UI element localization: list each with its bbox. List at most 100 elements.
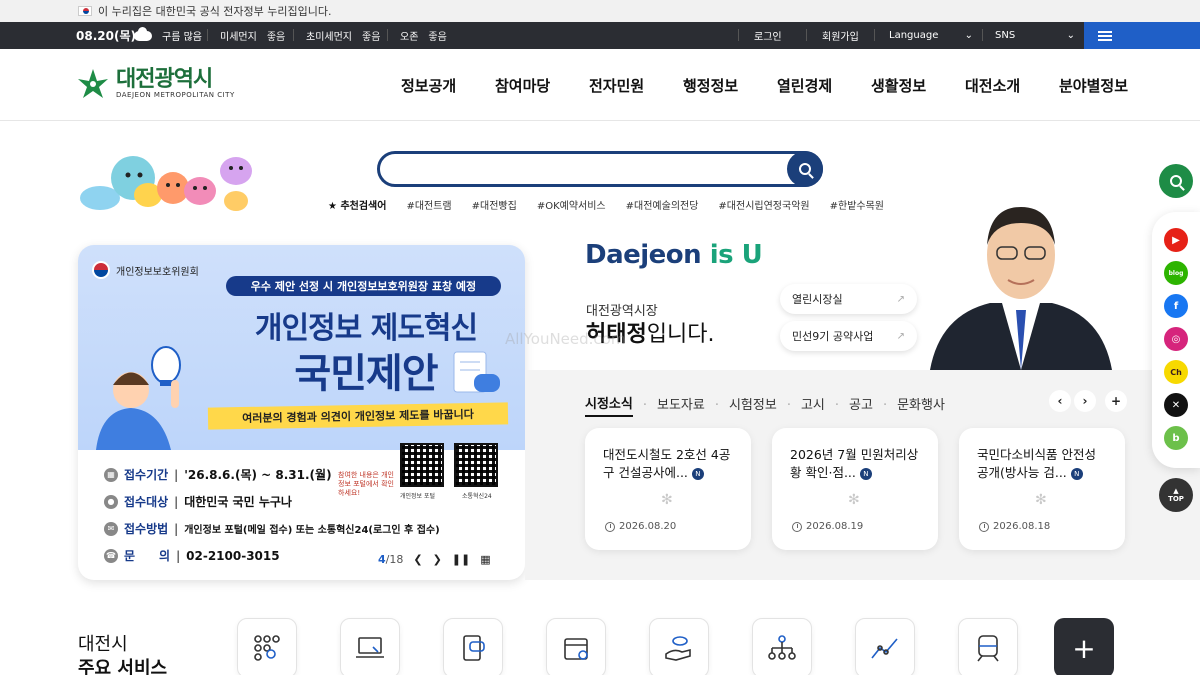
hand-coin-icon xyxy=(665,636,691,661)
news-card[interactable]: 2026년 7월 민원처리상황 확인·점... N ✻ 2026.08.19 xyxy=(772,428,938,550)
blog-icon[interactable]: blog xyxy=(1164,261,1188,285)
quick-search-button[interactable] xyxy=(1159,164,1193,198)
service-tile-4[interactable] xyxy=(546,618,606,675)
chevron-down-icon: ⌄ xyxy=(964,30,973,41)
mayor-photo-image xyxy=(930,207,1112,370)
grid-view-button[interactable]: ▦ xyxy=(480,553,490,566)
nav-admin-info[interactable]: 행정정보 xyxy=(683,75,738,96)
arrow-up-right-icon: ↗ xyxy=(896,330,905,342)
calendar-icon xyxy=(564,638,588,660)
nav-open-economy[interactable]: 열린경제 xyxy=(777,75,832,96)
pause-button[interactable]: ❚❚ xyxy=(452,553,470,566)
tab-exam[interactable]: 시험정보 xyxy=(729,394,777,416)
banner-pager: 4/18 ❮ ❯ ❚❚ ▦ xyxy=(378,553,491,566)
news-more-button[interactable]: + xyxy=(1105,390,1127,412)
x-twitter-icon[interactable]: ✕ xyxy=(1164,393,1188,417)
search-icon xyxy=(1170,175,1182,187)
join-link[interactable]: 회원가입 xyxy=(822,22,859,49)
service-tile-2[interactable] xyxy=(340,618,400,675)
banner-ribbon: 우수 제안 선정 시 개인정보보호위원장 표창 예정 xyxy=(226,276,501,296)
phone-icon: ☎ xyxy=(104,548,118,563)
nav-living-info[interactable]: 생활정보 xyxy=(871,75,926,96)
tab-city-news[interactable]: 시정소식 xyxy=(585,393,633,417)
keyword-link[interactable]: #OK예약서비스 xyxy=(537,197,606,212)
new-badge: N xyxy=(859,467,872,480)
document-chat-icon xyxy=(453,351,500,393)
banner-org: 개인정보보호위원회 xyxy=(92,261,199,279)
cloud-icon xyxy=(134,26,152,41)
grid-search-icon xyxy=(254,635,280,661)
clock-icon xyxy=(605,521,615,532)
korea-flag-icon xyxy=(78,6,92,16)
tab-press[interactable]: 보도자료 xyxy=(657,394,705,416)
main-search xyxy=(377,151,823,187)
nav-participation[interactable]: 참여마당 xyxy=(495,75,550,96)
band-icon[interactable]: b xyxy=(1164,426,1188,450)
arrow-up-right-icon: ↗ xyxy=(896,293,905,305)
kakao-channel-icon[interactable]: Ch xyxy=(1164,360,1188,384)
news-prev-button[interactable]: ‹ xyxy=(1049,390,1071,412)
keyword-link[interactable]: #대전빵집 xyxy=(472,197,517,212)
keyword-link[interactable]: #대전예술의전당 xyxy=(626,197,699,212)
nav-field-info[interactable]: 분야별정보 xyxy=(1059,75,1128,96)
pledge-projects-link[interactable]: 민선9기 공약사업 ↗ xyxy=(780,321,917,351)
recommended-keywords: ★ 추천검색어 #대전트램 #대전빵집 #OK예약서비스 #대전예술의전당 #대… xyxy=(328,197,884,212)
youtube-icon[interactable]: ▶ xyxy=(1164,228,1188,252)
government-emblem-icon xyxy=(92,261,110,279)
weather: 구름 많음 xyxy=(134,26,202,43)
keyword-link[interactable]: #한밭수목원 xyxy=(830,197,884,212)
keyword-link[interactable]: #대전트램 xyxy=(406,197,451,212)
tab-culture[interactable]: 문화행사 xyxy=(897,394,945,416)
nav-e-civil[interactable]: 전자민원 xyxy=(589,75,644,96)
today-date: 08.20(목) xyxy=(76,29,136,43)
mascot-characters-image xyxy=(80,156,252,211)
qr-code-sotong xyxy=(454,443,498,487)
instagram-icon[interactable]: ◎ xyxy=(1164,327,1188,351)
service-tile-5[interactable] xyxy=(649,618,709,675)
sns-select[interactable]: SNS ⌄ xyxy=(995,22,1075,49)
hamburger-icon xyxy=(1098,30,1112,41)
recommended-title: ★ 추천검색어 xyxy=(328,201,387,212)
service-tile-8[interactable] xyxy=(958,618,1018,675)
chevron-up-icon: ▲ xyxy=(1173,487,1179,495)
news-card[interactable]: 국민다소비식품 안전성 공개(방사능 검... N ✻ 2026.08.18 xyxy=(959,428,1125,550)
keyword-link[interactable]: #대전시립연정국악원 xyxy=(718,197,809,212)
nav-info-disclosure[interactable]: 정보공개 xyxy=(401,75,456,96)
facebook-icon[interactable]: f xyxy=(1164,294,1188,318)
scroll-top-button[interactable]: ▲ TOP xyxy=(1159,478,1193,512)
prev-slide-button[interactable]: ❮ xyxy=(413,553,422,566)
air-ozone: 오존 좋음 xyxy=(400,32,447,43)
service-tile-1[interactable] xyxy=(237,618,297,675)
flower-icon: ✻ xyxy=(848,492,860,508)
next-slide-button[interactable]: ❯ xyxy=(433,553,442,566)
login-link[interactable]: 로그인 xyxy=(754,22,782,49)
nav-about-daejeon[interactable]: 대전소개 xyxy=(965,75,1020,96)
search-button[interactable] xyxy=(787,151,823,187)
service-tile-7[interactable] xyxy=(855,618,915,675)
service-tile-3[interactable] xyxy=(443,618,503,675)
new-badge: N xyxy=(691,467,704,480)
qr-code-portal xyxy=(400,443,444,487)
news-tabs: 시정소식 · 보도자료 · 시험정보 · 고시 · 공고 · 문화행사 xyxy=(585,393,945,417)
gov-banner: 이 누리집은 대한민국 공식 전자정부 누리집입니다. xyxy=(0,0,1200,22)
open-mayor-office-link[interactable]: 열린시장실 ↗ xyxy=(780,284,917,314)
hand-note: 참여한 내용은 개인정보 포털에서 확인하세요! xyxy=(338,471,394,497)
main-banner-slide[interactable]: 개인정보보호위원회 우수 제안 선정 시 개인정보보호위원장 표창 예정 개인정… xyxy=(78,245,525,580)
more-services-button[interactable]: + xyxy=(1054,618,1114,675)
service-tile-6[interactable] xyxy=(752,618,812,675)
clock-icon xyxy=(792,521,802,532)
logo-text-ko: 대전광역시 xyxy=(116,67,213,92)
services-title: 대전시 주요 서비스 xyxy=(78,634,168,675)
tab-notice[interactable]: 고시 xyxy=(801,394,825,416)
tab-announcement[interactable]: 공고 xyxy=(849,394,873,416)
news-next-button[interactable]: › xyxy=(1074,390,1096,412)
site-logo[interactable]: 대전광역시 DAEJEON METROPOLITAN CITY xyxy=(76,67,235,101)
weather-text: 구름 많음 xyxy=(162,32,202,43)
daejeon-is-u-slogan: Daejeon is U xyxy=(585,240,763,270)
search-input[interactable] xyxy=(394,159,774,179)
language-select[interactable]: Language ⌄ xyxy=(889,22,973,49)
all-menu-button[interactable] xyxy=(1084,22,1200,49)
news-card[interactable]: 대전도시철도 2호선 4공구 건설공사에... N ✻ 2026.08.20 xyxy=(585,428,751,550)
laptop-icon xyxy=(356,637,384,658)
mail-icon: ✉ xyxy=(104,521,118,536)
